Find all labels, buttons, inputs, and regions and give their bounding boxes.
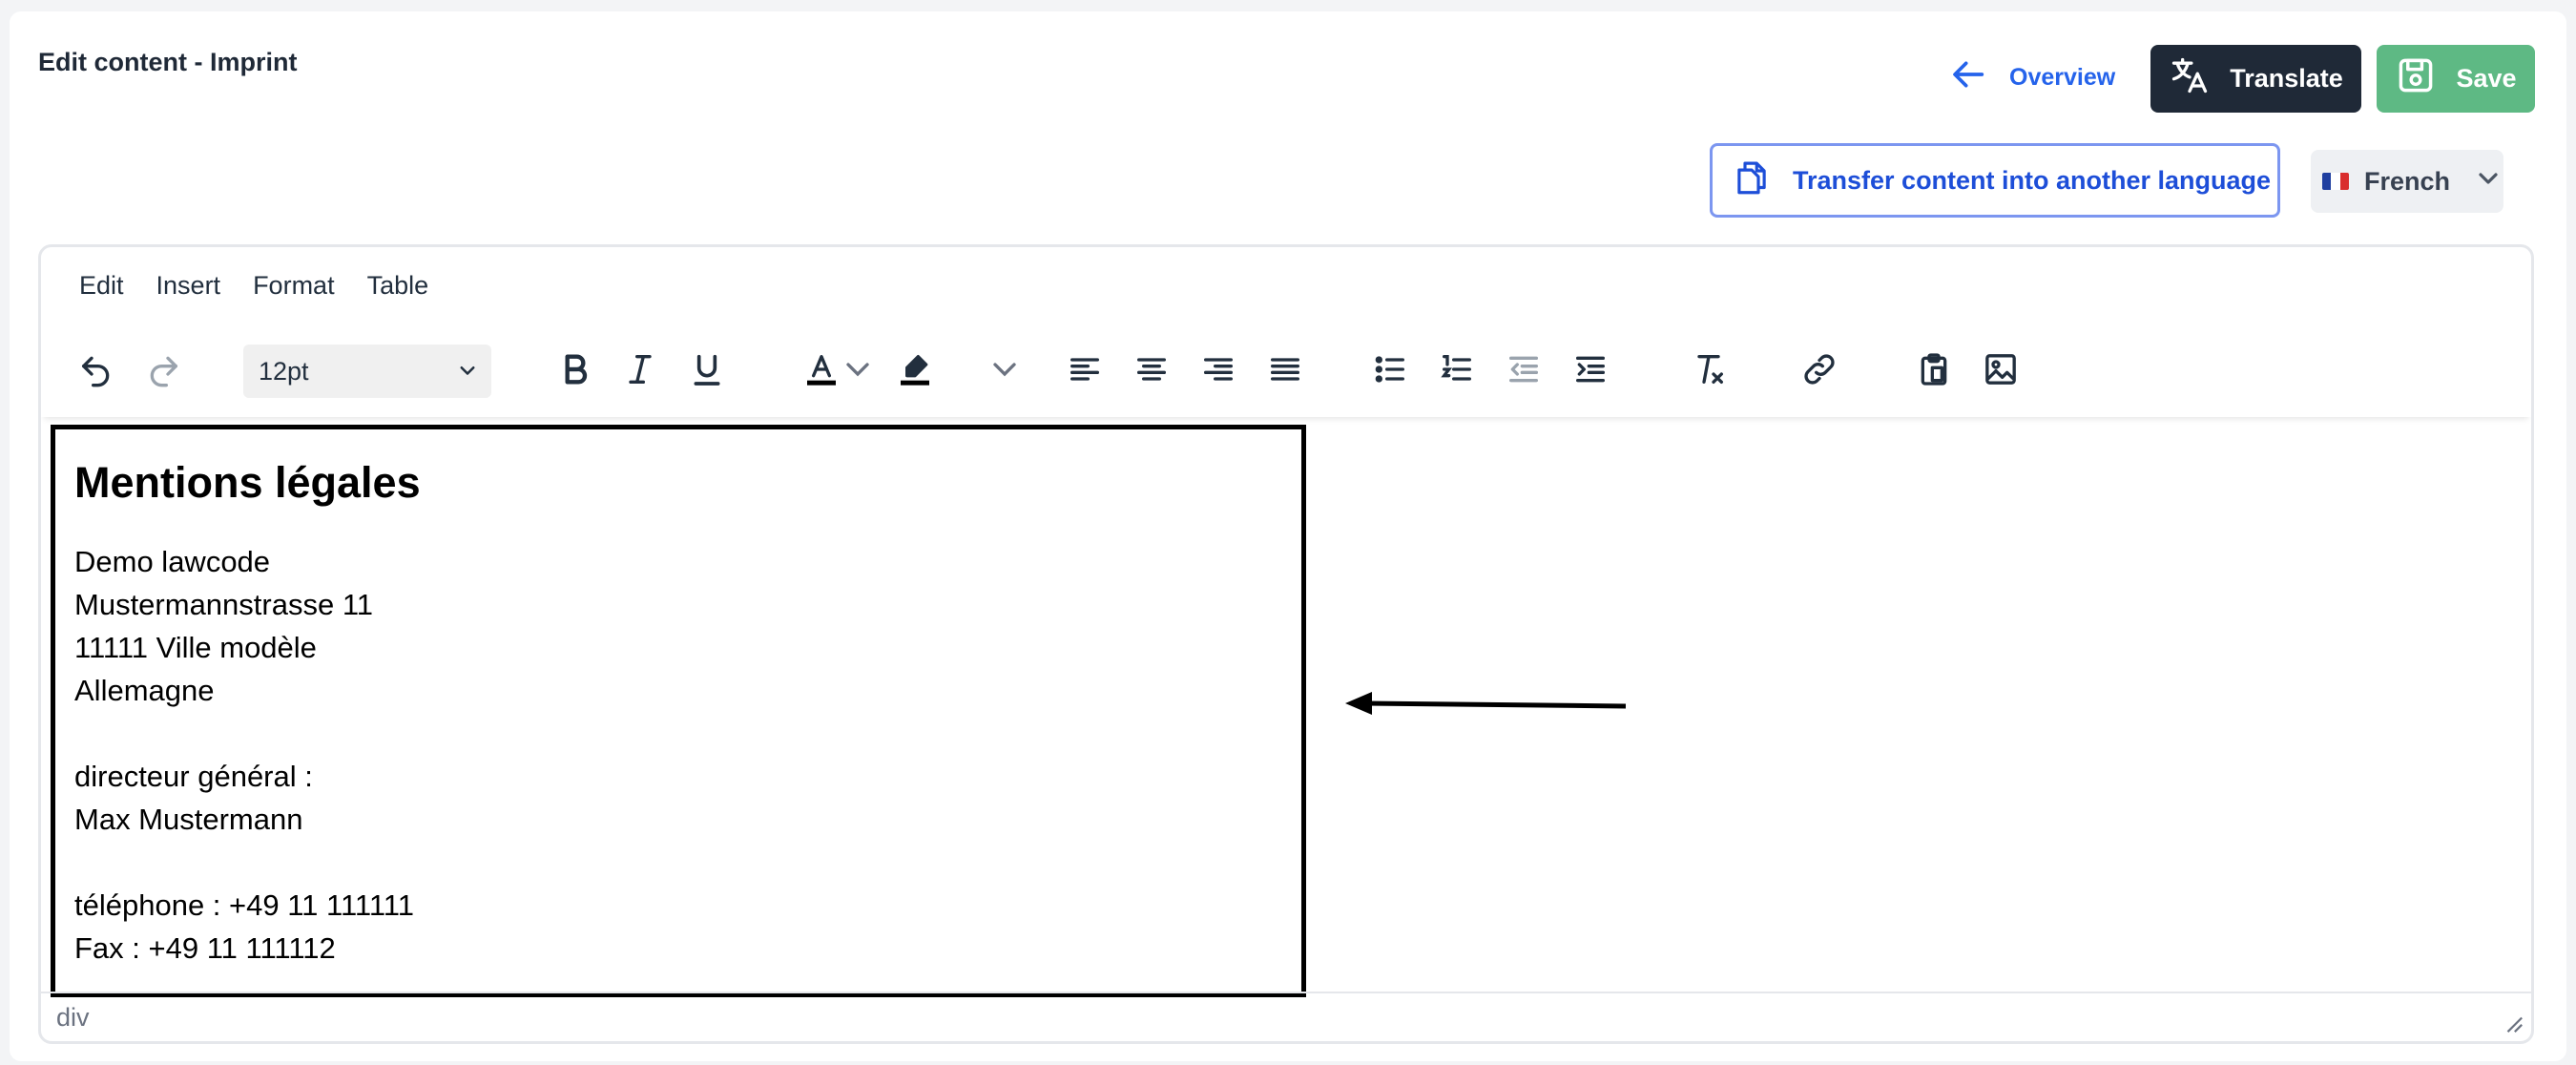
align-justify-icon: [1266, 350, 1304, 393]
imprint-content-block: Mentions légales Demo lawcode Mustermann…: [51, 425, 1306, 997]
editor-menubar: Edit Insert Format Table: [41, 247, 2531, 324]
chevron-down-icon: [460, 366, 475, 375]
save-label: Save: [2456, 64, 2517, 93]
align-left-icon: [1066, 350, 1104, 393]
highlighter-icon: [896, 350, 934, 393]
align-center-button[interactable]: [1125, 345, 1178, 398]
font-size-value: 12pt: [259, 356, 309, 386]
clipboard-icon: [1915, 350, 1953, 393]
indent-button[interactable]: [1564, 345, 1617, 398]
text-color-dropdown[interactable]: [841, 345, 875, 398]
chevron-down-icon: [986, 350, 1024, 393]
align-left-button[interactable]: [1058, 345, 1111, 398]
editor-statusbar: div: [41, 992, 2531, 1041]
bold-icon: [556, 350, 594, 393]
clear-formatting-icon: [1690, 350, 1728, 393]
flag-fr-icon: [2322, 173, 2349, 190]
menu-table[interactable]: Table: [367, 271, 429, 301]
translate-button[interactable]: Translate: [2150, 45, 2361, 113]
pointer-arrow-icon: [1345, 692, 1627, 715]
content-heading: Mentions légales: [74, 458, 421, 507]
link-icon: [1800, 350, 1839, 393]
fax-number: Fax : +49 11 111112: [74, 931, 336, 965]
street-address: Mustermannstrasse 11: [74, 588, 373, 621]
outdent-icon: [1505, 350, 1543, 393]
bullet-list-icon: [1371, 350, 1409, 393]
redo-icon: [144, 350, 182, 393]
save-button[interactable]: Save: [2377, 45, 2535, 113]
director-name: Max Mustermann: [74, 803, 303, 836]
menu-format[interactable]: Format: [253, 271, 335, 301]
outdent-button[interactable]: [1497, 345, 1550, 398]
insert-image-button[interactable]: [1974, 345, 2027, 398]
page-title: Edit content - Imprint: [38, 48, 298, 76]
underline-button[interactable]: [680, 345, 734, 398]
country: Allemagne: [74, 674, 215, 707]
bold-button[interactable]: [549, 345, 602, 398]
italic-icon: [621, 350, 659, 393]
overview-link[interactable]: Overview: [1950, 55, 2115, 99]
numbered-list-button[interactable]: [1430, 345, 1484, 398]
language-select[interactable]: French: [2311, 150, 2503, 213]
image-icon: [1982, 350, 2020, 393]
element-path[interactable]: div: [56, 1003, 90, 1033]
transfer-content-button[interactable]: Transfer content into another language: [1710, 143, 2280, 218]
translate-label: Translate: [2230, 64, 2343, 93]
translate-icon: [2169, 54, 2211, 103]
copy-documents-icon: [1732, 157, 1772, 204]
italic-button[interactable]: [613, 345, 667, 398]
undo-button[interactable]: [70, 345, 123, 398]
clear-formatting-button[interactable]: [1682, 345, 1735, 398]
chevron-down-icon: [2465, 163, 2503, 200]
numbered-list-icon: [1438, 350, 1476, 393]
align-center-icon: [1132, 350, 1171, 393]
insert-link-button[interactable]: [1793, 345, 1846, 398]
align-justify-button[interactable]: [1258, 345, 1312, 398]
arrow-left-icon: [1950, 55, 1988, 100]
transfer-label: Transfer content into another language: [1793, 165, 2272, 195]
company-name: Demo lawcode: [74, 545, 271, 578]
city-address: 11111 Ville modèle: [74, 631, 317, 664]
align-right-icon: [1199, 350, 1237, 393]
editor-content-area[interactable]: Mentions légales Demo lawcode Mustermann…: [41, 417, 2531, 997]
resize-handle-icon[interactable]: [2503, 1013, 2524, 1034]
underline-icon: [688, 350, 726, 393]
align-right-button[interactable]: [1192, 345, 1245, 398]
text-color-icon: [802, 350, 841, 393]
highlight-color-dropdown[interactable]: [987, 345, 1022, 398]
chevron-down-icon: [839, 350, 877, 393]
font-size-select[interactable]: 12pt: [243, 345, 491, 398]
bullet-list-button[interactable]: [1363, 345, 1417, 398]
phone-number: téléphone : +49 11 111111: [74, 888, 414, 922]
overview-label: Overview: [2009, 63, 2116, 91]
menu-edit[interactable]: Edit: [79, 271, 124, 301]
paste-button[interactable]: [1907, 345, 1961, 398]
director-label: directeur général :: [74, 760, 313, 793]
language-label: French: [2363, 166, 2450, 196]
redo-button[interactable]: [136, 345, 190, 398]
undo-icon: [77, 350, 115, 393]
highlight-color-button[interactable]: [888, 345, 942, 398]
menu-insert[interactable]: Insert: [156, 271, 221, 301]
rich-text-editor: Edit Insert Format Table 12pt Mentions l…: [38, 244, 2534, 1044]
indent-icon: [1571, 350, 1610, 393]
save-icon: [2395, 54, 2437, 103]
